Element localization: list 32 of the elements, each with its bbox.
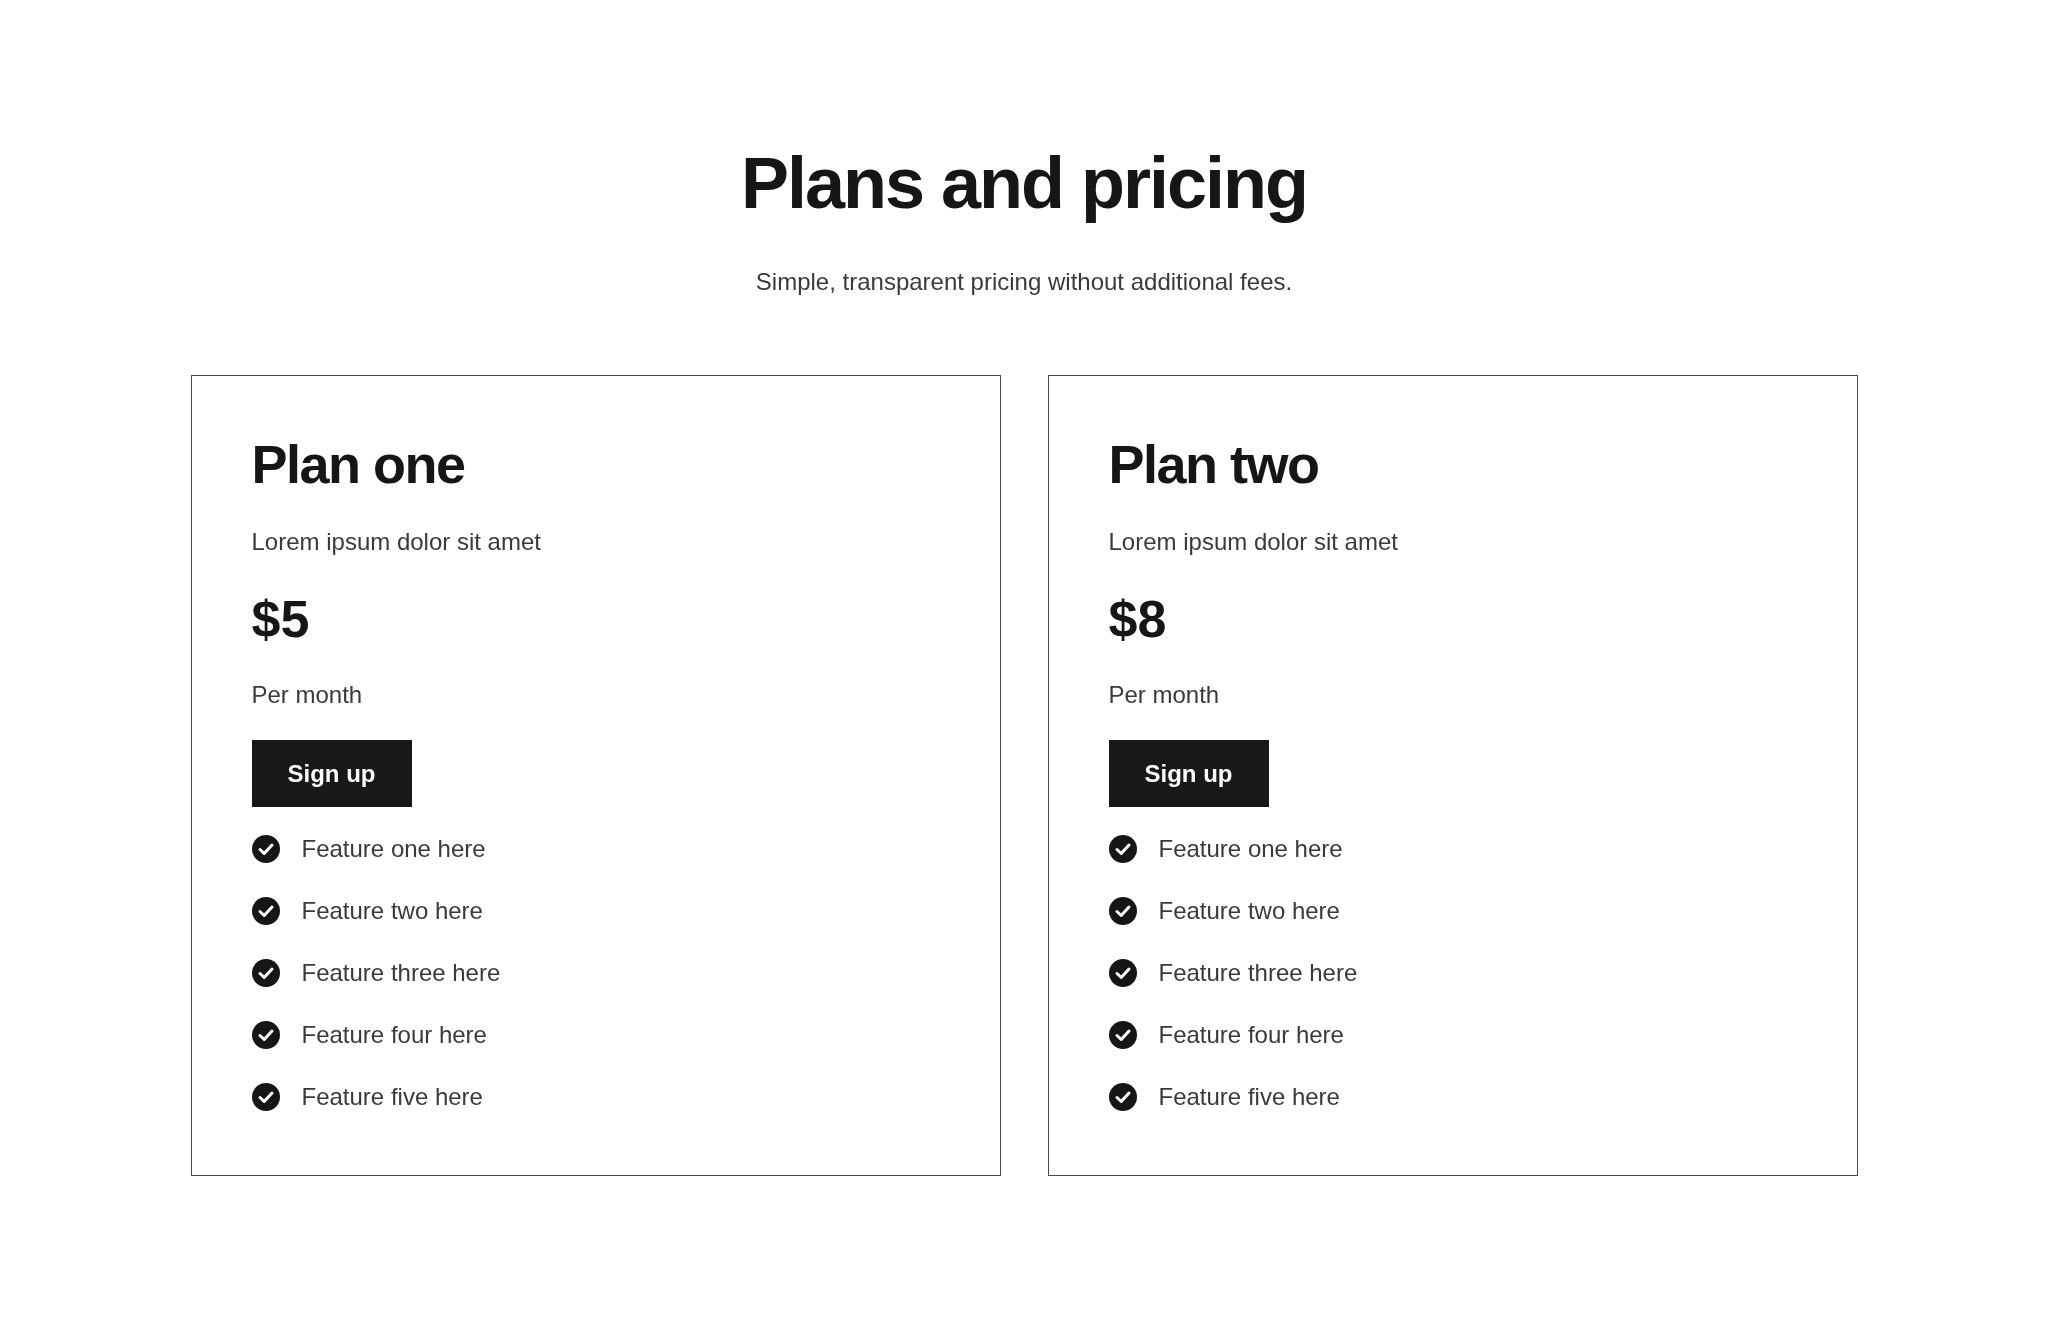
check-circle-icon	[251, 1083, 280, 1111]
sign-up-button[interactable]: Sign up	[1108, 740, 1269, 807]
billing-period: Per month	[1108, 680, 1220, 710]
check-circle-icon	[251, 897, 280, 925]
feature-text: Feature three here	[1158, 958, 1358, 988]
plan-name: Plan two	[1108, 433, 1319, 496]
billing-period: Per month	[251, 680, 363, 710]
feature-text: Feature two here	[1158, 896, 1340, 926]
feature-text: Feature five here	[1158, 1082, 1340, 1112]
check-circle-icon	[1108, 959, 1137, 987]
check-circle-icon	[1108, 1021, 1137, 1049]
plan-price: $8	[1108, 589, 1167, 650]
page-title: Plans and pricing	[740, 144, 1308, 223]
feature-text: Feature one here	[1158, 834, 1343, 864]
check-circle-icon	[251, 959, 280, 987]
sign-up-button[interactable]: Sign up	[251, 740, 412, 807]
feature-text: Feature three here	[301, 958, 501, 988]
check-circle-icon	[1108, 1083, 1137, 1111]
feature-text: Feature one here	[301, 834, 486, 864]
check-circle-icon	[1108, 897, 1137, 925]
plan-description: Lorem ipsum dolor sit amet	[251, 527, 541, 557]
page-subtitle: Simple, transparent pricing without additional fees.	[755, 267, 1293, 297]
check-circle-icon	[1108, 835, 1137, 863]
plan-description: Lorem ipsum dolor sit amet	[1108, 527, 1398, 557]
feature-text: Feature four here	[1158, 1020, 1344, 1050]
feature-text: Feature two here	[301, 896, 483, 926]
plan-price: $5	[251, 589, 310, 650]
check-circle-icon	[251, 1021, 280, 1049]
feature-text: Feature five here	[301, 1082, 483, 1112]
check-circle-icon	[251, 835, 280, 863]
plan-name: Plan one	[251, 433, 465, 496]
feature-text: Feature four here	[301, 1020, 487, 1050]
